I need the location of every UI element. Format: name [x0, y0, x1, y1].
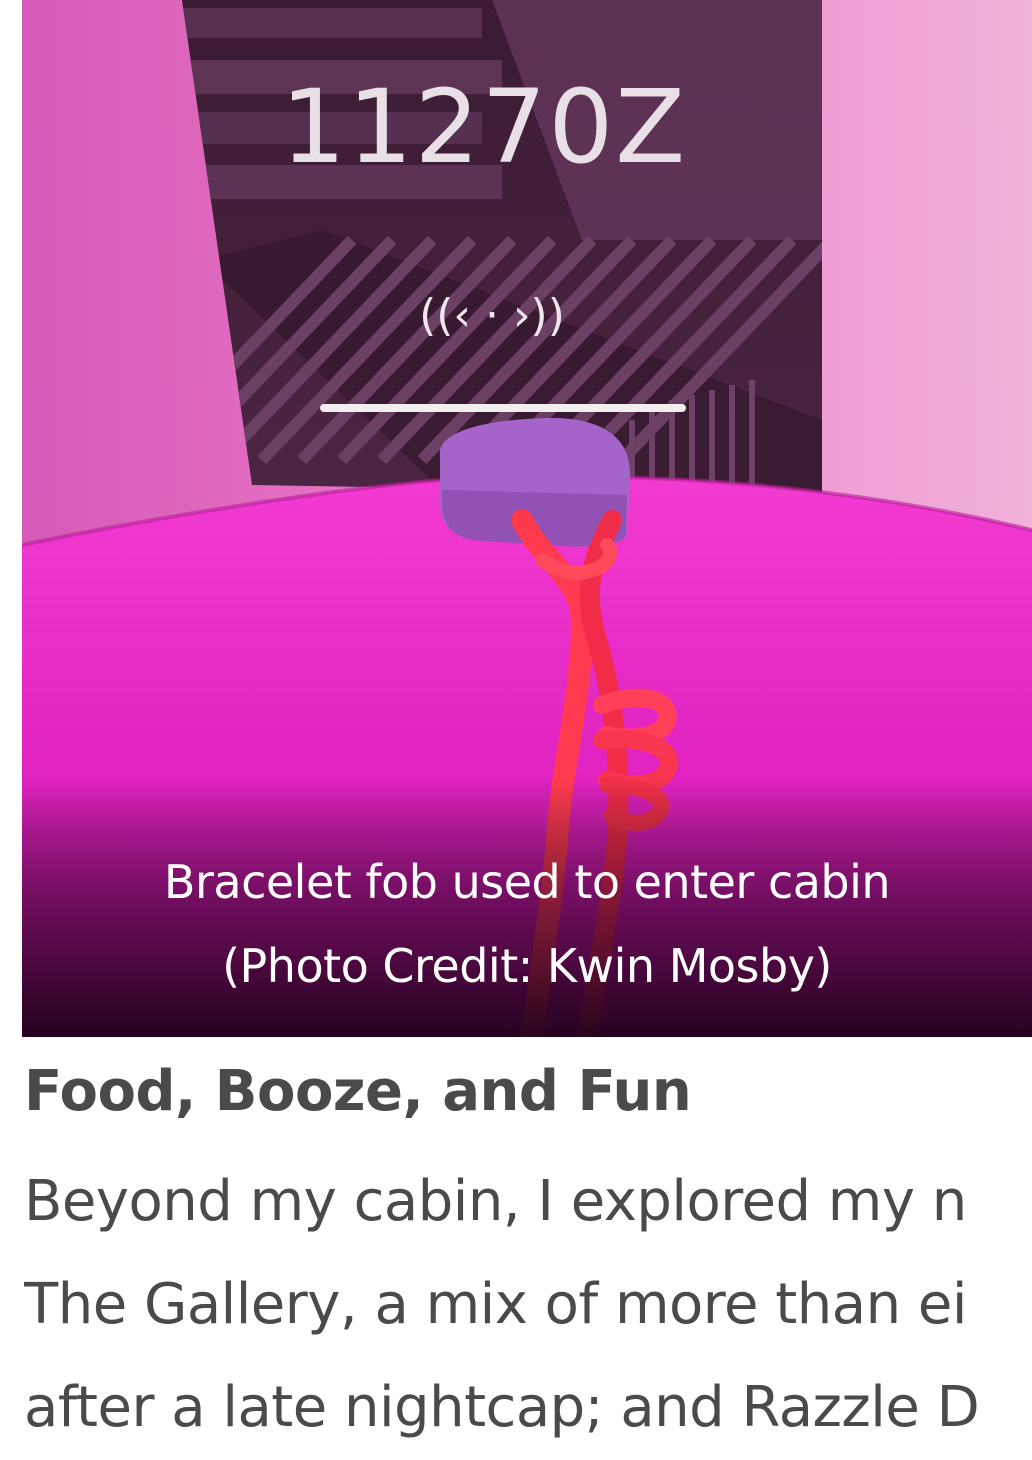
- door-number-display: 11270Z: [281, 68, 687, 187]
- paragraph-line: Beyond my cabin, I explored my n: [24, 1169, 967, 1234]
- article-paragraph: Beyond my cabin, I explored my n The Gal…: [24, 1150, 1032, 1459]
- article-photo-figure: 11270Z ((‹ · ›)) Bracelet fob used to en…: [22, 0, 1032, 1037]
- reader-indicator-line: [320, 404, 686, 412]
- photo-caption: Bracelet fob used to enter cabin (Photo …: [22, 840, 1032, 1008]
- caption-line: Bracelet fob used to enter cabin: [163, 855, 891, 909]
- paragraph-line: The Gallery, a mix of more than ei: [24, 1272, 967, 1337]
- photo-credit: (Photo Credit: Kwin Mosby): [222, 939, 832, 993]
- section-heading: Food, Booze, and Fun: [24, 1059, 692, 1124]
- contactless-icon: ((‹ · ›)): [419, 290, 565, 341]
- paragraph-line: after a late nightcap; and Razzle D: [24, 1375, 980, 1440]
